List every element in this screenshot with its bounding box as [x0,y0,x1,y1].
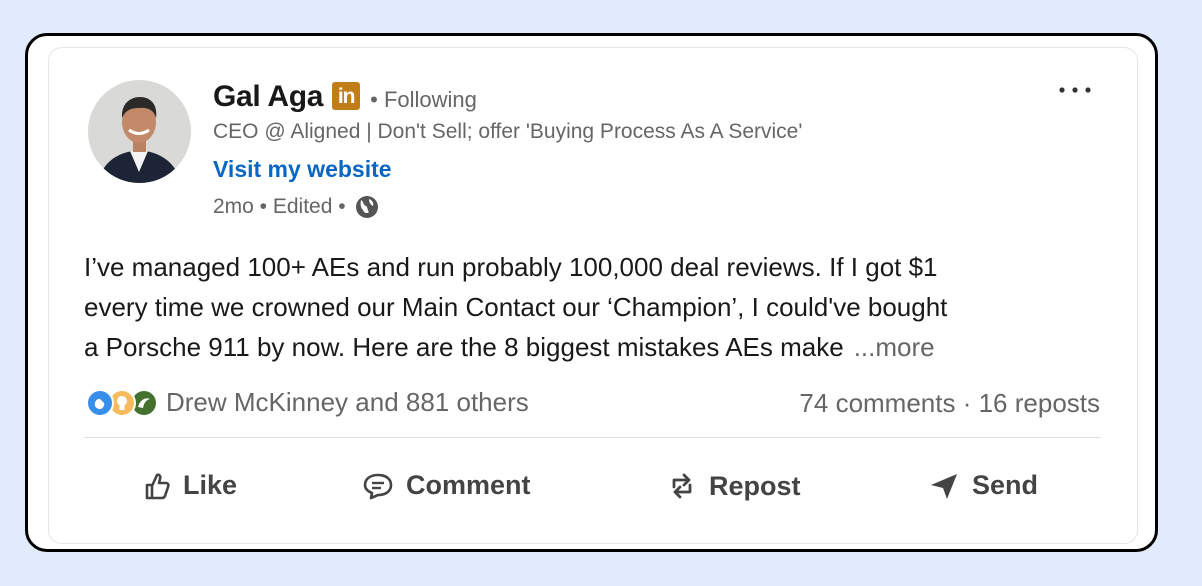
author-headline: CEO @ Aligned | Don't Sell; offer 'Buyin… [213,120,803,143]
follow-status: • Following [370,87,477,112]
like-icon [145,472,170,499]
reactions-text[interactable]: Drew McKinney and 881 others [166,387,529,418]
post-line-2: every time we crowned our Main Contact o… [84,292,948,322]
comment-button[interactable]: Comment [362,470,531,501]
post-meta: 2mo • Edited • [213,194,380,220]
comment-icon [363,473,393,499]
send-label: Send [972,470,1039,500]
post-body: I’ve managed 100+ AEs and run probably 1… [84,247,1104,367]
post-line-3: a Porsche 911 by now. Here are the 8 big… [84,327,1104,367]
repost-label: Repost [709,470,801,501]
author-name-row: Gal Aga in • Following [213,80,477,114]
send-icon [931,473,957,499]
post-line-3-text: a Porsche 911 by now. Here are the 8 big… [84,332,844,362]
linkedin-premium-badge: in [332,82,361,110]
see-more-link[interactable]: ...more [854,332,935,362]
clap-reaction-icon [86,388,114,417]
send-button[interactable]: Send [928,470,1038,501]
author-name[interactable]: Gal Aga [213,80,323,114]
badge-text: in [337,85,356,108]
visit-website-link[interactable]: Visit my website [213,156,392,183]
divider [84,437,1101,438]
like-button[interactable]: Like [143,470,237,501]
more-options-icon[interactable] [1055,78,1095,102]
like-label: Like [183,470,238,500]
comment-label: Comment [406,470,531,500]
comments-reposts-count[interactable]: 74 comments · 16 reposts [799,388,1100,419]
avatar[interactable] [88,80,191,183]
reactions-summary[interactable]: Drew McKinney and 881 others [86,387,529,418]
globe-icon [354,194,380,220]
repost-icon [672,473,692,499]
post-line-1: I’ve managed 100+ AEs and run probably 1… [84,252,938,282]
repost-button[interactable]: Repost [667,470,801,502]
post-time: 2mo • Edited • [213,195,346,218]
